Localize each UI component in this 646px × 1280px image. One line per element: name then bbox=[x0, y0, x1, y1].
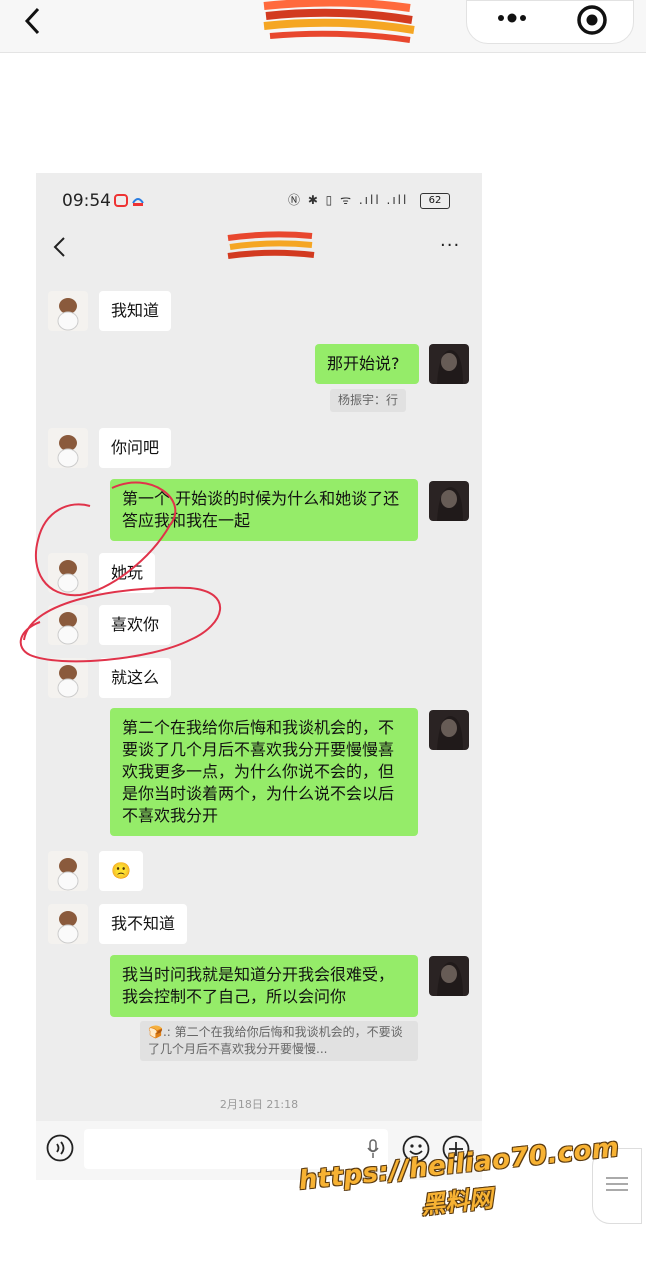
message-bubble[interactable]: 我知道 bbox=[99, 291, 172, 331]
quote-reply[interactable]: 🍞.: 第二个在我给你后悔和我谈机会的，不要谈了几个月后不喜欢我分开要慢慢... bbox=[140, 1021, 418, 1061]
quote-reply[interactable]: 杨振宇：行 bbox=[330, 389, 407, 412]
chat-screenshot: 09:54 Ⓝ ✱ ▯ ᯤ .ıll .ıll 62 ··· 我知道 那开始说?… bbox=[36, 173, 482, 1180]
avatar[interactable] bbox=[48, 428, 88, 468]
message-bubble[interactable]: 那开始说? bbox=[315, 344, 419, 384]
voice-icon[interactable] bbox=[46, 1134, 74, 1162]
avatar[interactable] bbox=[429, 710, 469, 750]
status-time: 09:54 bbox=[62, 191, 111, 211]
message-timestamp: 2月18日 21:18 bbox=[219, 1098, 299, 1111]
avatar[interactable] bbox=[48, 851, 88, 891]
message-bubble[interactable]: 第二个在我给你后悔和我谈机会的，不要谈了几个月后不喜欢我分开要慢慢喜欢我更多一点… bbox=[110, 708, 418, 836]
avatar[interactable] bbox=[429, 481, 469, 521]
target-icon[interactable] bbox=[575, 3, 609, 37]
message-bubble[interactable]: 她玩 bbox=[99, 553, 156, 593]
avatar[interactable] bbox=[48, 904, 88, 944]
chat-more-icon[interactable]: ··· bbox=[440, 235, 460, 256]
message-bubble[interactable]: 你问吧 bbox=[99, 428, 172, 468]
microphone-icon[interactable] bbox=[366, 1139, 380, 1159]
more-dots-icon[interactable] bbox=[487, 1, 537, 35]
back-icon[interactable] bbox=[50, 235, 70, 259]
emoji-message-bubble[interactable]: 🙁 bbox=[99, 851, 143, 891]
message-bubble[interactable]: 我当时问我就是知道分开我会很难受，我会控制不了自己，所以会问你 bbox=[110, 955, 418, 1017]
avatar[interactable] bbox=[429, 956, 469, 996]
message-bubble[interactable]: 喜欢你 bbox=[99, 605, 172, 645]
chevron-left-icon[interactable] bbox=[18, 6, 48, 36]
avatar[interactable] bbox=[48, 658, 88, 698]
redaction-scribble bbox=[263, 0, 415, 43]
avatar[interactable] bbox=[48, 291, 88, 331]
capsule-menu bbox=[466, 0, 634, 44]
redaction-scribble bbox=[227, 231, 315, 259]
avatar[interactable] bbox=[48, 605, 88, 645]
message-bubble[interactable]: 第一个 开始谈的时候为什么和她谈了还答应我和我在一起 bbox=[110, 479, 418, 541]
status-icons: Ⓝ ✱ ▯ ᯤ .ıll .ıll bbox=[288, 193, 409, 207]
battery-indicator: 62 bbox=[420, 193, 450, 209]
outer-top-bar bbox=[0, 0, 646, 53]
status-bar: 09:54 Ⓝ ✱ ▯ ᯤ .ıll .ıll 62 bbox=[36, 173, 482, 227]
avatar[interactable] bbox=[429, 344, 469, 384]
message-bubble[interactable]: 我不知道 bbox=[99, 904, 188, 944]
chat-header: ··· bbox=[36, 227, 482, 281]
message-bubble[interactable]: 就这么 bbox=[99, 658, 172, 698]
notification-icons bbox=[114, 194, 144, 207]
avatar[interactable] bbox=[48, 553, 88, 593]
